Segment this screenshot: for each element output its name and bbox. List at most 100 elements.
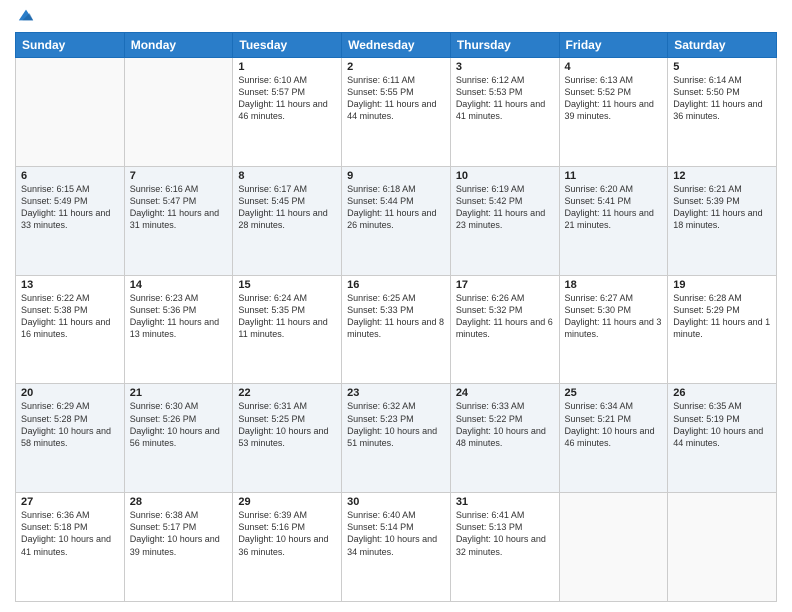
calendar-cell: 5Sunrise: 6:14 AMSunset: 5:50 PMDaylight… [668,58,777,167]
sunrise-text: Sunrise: 6:15 AM [21,183,119,195]
calendar-cell: 8Sunrise: 6:17 AMSunset: 5:45 PMDaylight… [233,166,342,275]
sunset-text: Sunset: 5:14 PM [347,521,445,533]
daylight-text: Daylight: 11 hours and 31 minutes. [130,207,228,231]
day-number: 11 [565,170,663,182]
sunrise-text: Sunrise: 6:18 AM [347,183,445,195]
cell-info: Sunrise: 6:23 AMSunset: 5:36 PMDaylight:… [130,292,228,341]
day-number: 1 [238,61,336,73]
calendar-cell: 17Sunrise: 6:26 AMSunset: 5:32 PMDayligh… [450,275,559,384]
cell-info: Sunrise: 6:16 AMSunset: 5:47 PMDaylight:… [130,183,228,232]
cell-info: Sunrise: 6:11 AMSunset: 5:55 PMDaylight:… [347,74,445,123]
calendar-cell: 20Sunrise: 6:29 AMSunset: 5:28 PMDayligh… [16,384,125,493]
calendar-cell: 12Sunrise: 6:21 AMSunset: 5:39 PMDayligh… [668,166,777,275]
cell-info: Sunrise: 6:26 AMSunset: 5:32 PMDaylight:… [456,292,554,341]
calendar-weekday-wednesday: Wednesday [342,33,451,58]
cell-info: Sunrise: 6:27 AMSunset: 5:30 PMDaylight:… [565,292,663,341]
calendar-cell: 18Sunrise: 6:27 AMSunset: 5:30 PMDayligh… [559,275,668,384]
logo-icon [17,6,35,24]
calendar-cell: 27Sunrise: 6:36 AMSunset: 5:18 PMDayligh… [16,493,125,602]
day-number: 28 [130,496,228,508]
sunset-text: Sunset: 5:21 PM [565,413,663,425]
daylight-text: Daylight: 11 hours and 3 minutes. [565,316,663,340]
cell-info: Sunrise: 6:40 AMSunset: 5:14 PMDaylight:… [347,509,445,558]
cell-info: Sunrise: 6:29 AMSunset: 5:28 PMDaylight:… [21,400,119,449]
calendar-cell [16,58,125,167]
cell-info: Sunrise: 6:20 AMSunset: 5:41 PMDaylight:… [565,183,663,232]
calendar-cell: 23Sunrise: 6:32 AMSunset: 5:23 PMDayligh… [342,384,451,493]
calendar-cell: 30Sunrise: 6:40 AMSunset: 5:14 PMDayligh… [342,493,451,602]
calendar-weekday-monday: Monday [124,33,233,58]
sunset-text: Sunset: 5:13 PM [456,521,554,533]
cell-info: Sunrise: 6:19 AMSunset: 5:42 PMDaylight:… [456,183,554,232]
cell-info: Sunrise: 6:32 AMSunset: 5:23 PMDaylight:… [347,400,445,449]
sunset-text: Sunset: 5:35 PM [238,304,336,316]
day-number: 2 [347,61,445,73]
daylight-text: Daylight: 10 hours and 39 minutes. [130,533,228,557]
sunrise-text: Sunrise: 6:36 AM [21,509,119,521]
sunrise-text: Sunrise: 6:16 AM [130,183,228,195]
calendar-cell: 9Sunrise: 6:18 AMSunset: 5:44 PMDaylight… [342,166,451,275]
sunset-text: Sunset: 5:17 PM [130,521,228,533]
cell-info: Sunrise: 6:28 AMSunset: 5:29 PMDaylight:… [673,292,771,341]
sunrise-text: Sunrise: 6:20 AM [565,183,663,195]
sunrise-text: Sunrise: 6:24 AM [238,292,336,304]
page: SundayMondayTuesdayWednesdayThursdayFrid… [0,0,792,612]
day-number: 12 [673,170,771,182]
cell-info: Sunrise: 6:30 AMSunset: 5:26 PMDaylight:… [130,400,228,449]
cell-info: Sunrise: 6:38 AMSunset: 5:17 PMDaylight:… [130,509,228,558]
sunrise-text: Sunrise: 6:25 AM [347,292,445,304]
daylight-text: Daylight: 10 hours and 53 minutes. [238,425,336,449]
calendar-cell: 19Sunrise: 6:28 AMSunset: 5:29 PMDayligh… [668,275,777,384]
calendar-weekday-tuesday: Tuesday [233,33,342,58]
sunset-text: Sunset: 5:22 PM [456,413,554,425]
calendar-cell: 7Sunrise: 6:16 AMSunset: 5:47 PMDaylight… [124,166,233,275]
calendar-header-row: SundayMondayTuesdayWednesdayThursdayFrid… [16,33,777,58]
daylight-text: Daylight: 11 hours and 8 minutes. [347,316,445,340]
sunset-text: Sunset: 5:18 PM [21,521,119,533]
day-number: 9 [347,170,445,182]
sunrise-text: Sunrise: 6:31 AM [238,400,336,412]
calendar-cell: 11Sunrise: 6:20 AMSunset: 5:41 PMDayligh… [559,166,668,275]
daylight-text: Daylight: 11 hours and 6 minutes. [456,316,554,340]
sunrise-text: Sunrise: 6:38 AM [130,509,228,521]
day-number: 14 [130,279,228,291]
calendar-table: SundayMondayTuesdayWednesdayThursdayFrid… [15,32,777,602]
daylight-text: Daylight: 11 hours and 33 minutes. [21,207,119,231]
sunset-text: Sunset: 5:52 PM [565,86,663,98]
sunrise-text: Sunrise: 6:21 AM [673,183,771,195]
daylight-text: Daylight: 11 hours and 36 minutes. [673,98,771,122]
sunrise-text: Sunrise: 6:11 AM [347,74,445,86]
calendar-weekday-thursday: Thursday [450,33,559,58]
sunrise-text: Sunrise: 6:41 AM [456,509,554,521]
cell-info: Sunrise: 6:39 AMSunset: 5:16 PMDaylight:… [238,509,336,558]
calendar-cell: 25Sunrise: 6:34 AMSunset: 5:21 PMDayligh… [559,384,668,493]
cell-info: Sunrise: 6:17 AMSunset: 5:45 PMDaylight:… [238,183,336,232]
daylight-text: Daylight: 11 hours and 18 minutes. [673,207,771,231]
daylight-text: Daylight: 11 hours and 41 minutes. [456,98,554,122]
sunrise-text: Sunrise: 6:40 AM [347,509,445,521]
cell-info: Sunrise: 6:22 AMSunset: 5:38 PMDaylight:… [21,292,119,341]
sunrise-text: Sunrise: 6:35 AM [673,400,771,412]
sunset-text: Sunset: 5:47 PM [130,195,228,207]
sunrise-text: Sunrise: 6:17 AM [238,183,336,195]
calendar-weekday-sunday: Sunday [16,33,125,58]
sunset-text: Sunset: 5:33 PM [347,304,445,316]
sunset-text: Sunset: 5:25 PM [238,413,336,425]
calendar-week-row: 27Sunrise: 6:36 AMSunset: 5:18 PMDayligh… [16,493,777,602]
sunrise-text: Sunrise: 6:27 AM [565,292,663,304]
sunrise-text: Sunrise: 6:12 AM [456,74,554,86]
sunset-text: Sunset: 5:30 PM [565,304,663,316]
daylight-text: Daylight: 10 hours and 48 minutes. [456,425,554,449]
sunrise-text: Sunrise: 6:26 AM [456,292,554,304]
calendar-week-row: 1Sunrise: 6:10 AMSunset: 5:57 PMDaylight… [16,58,777,167]
calendar-cell: 13Sunrise: 6:22 AMSunset: 5:38 PMDayligh… [16,275,125,384]
calendar-cell: 21Sunrise: 6:30 AMSunset: 5:26 PMDayligh… [124,384,233,493]
daylight-text: Daylight: 11 hours and 46 minutes. [238,98,336,122]
day-number: 19 [673,279,771,291]
header [15,10,777,24]
sunrise-text: Sunrise: 6:28 AM [673,292,771,304]
day-number: 10 [456,170,554,182]
cell-info: Sunrise: 6:12 AMSunset: 5:53 PMDaylight:… [456,74,554,123]
daylight-text: Daylight: 11 hours and 28 minutes. [238,207,336,231]
sunset-text: Sunset: 5:57 PM [238,86,336,98]
